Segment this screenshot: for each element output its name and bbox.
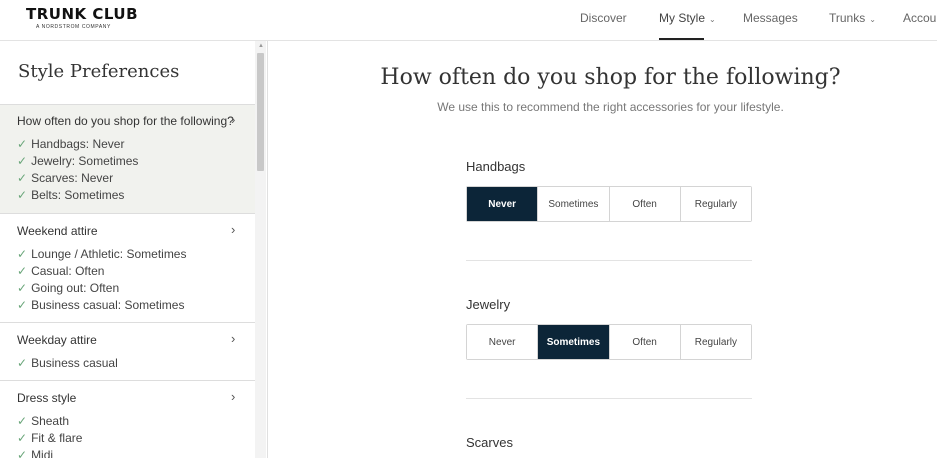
chevron-right-icon: › (231, 112, 236, 127)
sidebar-selection: ✓ Going out: Often (17, 281, 119, 295)
active-nav-indicator (659, 38, 704, 40)
question-divider (466, 260, 752, 261)
option-often[interactable]: Often (609, 187, 681, 221)
check-icon: ✓ (17, 247, 28, 261)
sidebar-selection-label: Belts: Sometimes (31, 188, 125, 202)
main-content: How often do you shop for the following?… (268, 41, 937, 458)
option-never[interactable]: Never (467, 187, 539, 221)
sidebar-selection: ✓ Casual: Often (17, 264, 104, 278)
top-header: TRUNK CLUB A NORDSTROM COMPANY Discover … (0, 0, 937, 41)
check-icon: ✓ (17, 448, 28, 458)
sidebar-section-title: How often do you shop for the following? (17, 114, 234, 128)
sidebar-section-dress-style[interactable]: Dress style › ✓ Sheath ✓ Fit & flare ✓ Midi (0, 380, 255, 458)
sidebar-selection-label: Business casual: Sometimes (31, 298, 185, 312)
sidebar-section-shopping-frequency[interactable]: How often do you shop for the following?… (0, 104, 255, 213)
sidebar-section-weekend-attire[interactable]: Weekend attire › ✓ Lounge / Athletic: Som… (0, 213, 255, 322)
sidebar-section-title: Weekday attire (17, 333, 97, 347)
sidebar-selection-label: Midi (31, 448, 54, 458)
page-title: How often do you shop for the following? (380, 65, 841, 90)
sidebar-title: Style Preferences (18, 61, 180, 82)
option-never[interactable]: Never (467, 325, 539, 359)
sidebar-selection: ✓ Handbags: Never (17, 137, 124, 151)
sidebar-selection-label: Business casual (31, 356, 118, 370)
question-label-handbags: Handbags (466, 159, 526, 174)
frequency-options-handbags: Never Sometimes Often Regularly (466, 186, 752, 222)
check-icon: ✓ (17, 281, 28, 295)
sidebar-section-weekday-attire[interactable]: Weekday attire › ✓ Business casual (0, 322, 255, 380)
sidebar-selection: ✓ Sheath (17, 414, 69, 428)
check-icon: ✓ (17, 171, 28, 185)
scrollbar-thumb[interactable] (257, 53, 264, 171)
nav-trunks[interactable]: Trunks ⌄ (829, 11, 876, 25)
sidebar-selection-label: Fit & flare (31, 431, 83, 445)
main-nav: Discover My Style ⌄ Messages Trunks ⌄ Acco… (0, 0, 937, 41)
nav-discover[interactable]: Discover (580, 11, 627, 25)
check-icon: ✓ (17, 356, 28, 370)
nav-messages[interactable]: Messages (743, 11, 798, 25)
sidebar-selection-label: Going out: Often (31, 281, 120, 295)
option-sometimes[interactable]: Sometimes (538, 325, 610, 359)
sidebar-selection: ✓ Lounge / Athletic: Sometimes (17, 247, 186, 261)
question-label-scarves: Scarves (466, 435, 513, 450)
nav-trunks-label: Trunks (829, 11, 866, 25)
sidebar-selection-label: Sheath (31, 414, 70, 428)
sidebar-selection: ✓ Midi (17, 448, 53, 458)
nav-my-style-label: My Style (659, 11, 706, 25)
chevron-down-icon: ⌄ (709, 15, 716, 24)
style-preferences-sidebar: Style Preferences How often do you shop … (0, 41, 268, 458)
nav-account[interactable]: Accou (903, 11, 936, 25)
option-regularly[interactable]: Regularly (680, 187, 751, 221)
sidebar-selection-label: Scarves: Never (31, 171, 114, 185)
check-icon: ✓ (17, 414, 28, 428)
chevron-right-icon: › (231, 331, 236, 346)
check-icon: ✓ (17, 264, 28, 278)
sidebar-selection: ✓ Scarves: Never (17, 171, 113, 185)
nav-my-style[interactable]: My Style ⌄ (659, 11, 716, 25)
option-sometimes[interactable]: Sometimes (538, 187, 610, 221)
sidebar-selection: ✓ Fit & flare (17, 431, 82, 445)
sidebar-selection: ✓ Jewelry: Sometimes (17, 154, 138, 168)
sidebar-section-title: Dress style (17, 391, 77, 405)
sidebar-section-title: Weekend attire (17, 224, 98, 238)
question-divider (466, 398, 752, 399)
check-icon: ✓ (17, 188, 28, 202)
check-icon: ✓ (17, 431, 28, 445)
sidebar-scrollbar[interactable]: ▲ (255, 41, 266, 458)
sidebar-selection-label: Jewelry: Sometimes (31, 154, 139, 168)
check-icon: ✓ (17, 154, 28, 168)
chevron-down-icon: ⌄ (869, 15, 876, 24)
question-label-jewelry: Jewelry (466, 297, 511, 312)
sidebar-selection-label: Lounge / Athletic: Sometimes (31, 247, 187, 261)
sidebar-selection: ✓ Business casual: Sometimes (17, 298, 184, 312)
page-subtitle: We use this to recommend the right acces… (437, 100, 784, 114)
option-regularly[interactable]: Regularly (680, 325, 751, 359)
check-icon: ✓ (17, 137, 28, 151)
chevron-right-icon: › (231, 389, 236, 404)
sidebar-selection: ✓ Business casual (17, 356, 118, 370)
sidebar-selection-label: Handbags: Never (31, 137, 125, 151)
scroll-up-arrow-icon[interactable]: ▲ (258, 43, 264, 49)
sidebar-selection: ✓ Belts: Sometimes (17, 188, 124, 202)
sidebar-selection-label: Casual: Often (31, 264, 105, 278)
check-icon: ✓ (17, 298, 28, 312)
option-often[interactable]: Often (609, 325, 681, 359)
frequency-options-jewelry: Never Sometimes Often Regularly (466, 324, 752, 360)
chevron-right-icon: › (231, 222, 236, 237)
